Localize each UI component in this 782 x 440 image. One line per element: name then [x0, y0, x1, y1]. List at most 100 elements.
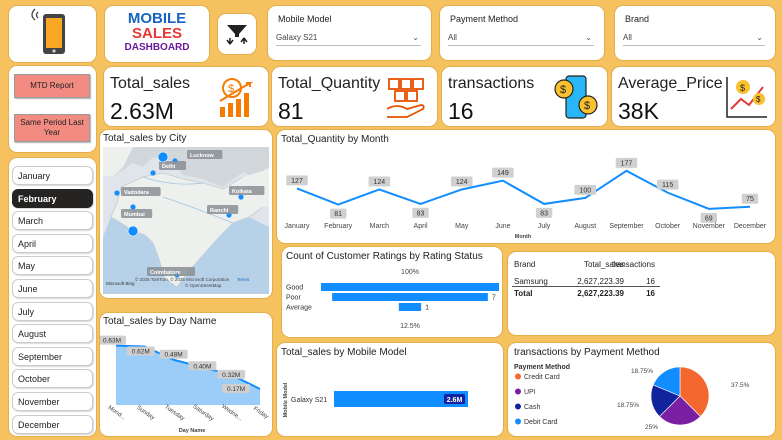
svg-text:$: $: [584, 100, 590, 112]
data-label: 100: [579, 187, 591, 194]
payment-method-label: Payment Method: [450, 14, 519, 24]
bottom-percent-label: 12.5%: [400, 323, 420, 330]
logo-line-3: DASHBOARD: [124, 42, 190, 53]
mobile-model-slicer[interactable]: Mobile Model Galaxy S21 ⌄: [268, 6, 431, 60]
report-buttons-panel: MTD Report Same Period Last Year: [9, 66, 96, 152]
brand-slicer[interactable]: Brand All ⌄: [615, 6, 775, 60]
city-dot-delhi[interactable]: [150, 170, 156, 176]
ratings-bar-chart[interactable]: 100% Good Poor 7 Average 1 12.5%: [282, 247, 502, 337]
city-label: Ranchi: [210, 208, 229, 214]
month-item-october[interactable]: October: [12, 369, 93, 389]
data-label: 69: [705, 215, 713, 222]
city-label: Vadodara: [124, 190, 150, 196]
pie-label: 18.75%: [631, 368, 653, 375]
table-total-cell: Total: [514, 289, 533, 298]
rating-bar-poor[interactable]: [332, 293, 488, 301]
map-terms-link[interactable]: Terms: [237, 277, 250, 282]
rating-value: 7: [492, 295, 496, 302]
mobile-model-value: Galaxy S21: [276, 33, 318, 42]
quantity-line[interactable]: [296, 169, 751, 210]
month-item-december[interactable]: December: [12, 414, 93, 434]
kpi-average-price: Average_Price 38K $ $: [612, 67, 775, 126]
svg-text:$: $: [756, 95, 761, 104]
rating-bar-good[interactable]: [321, 283, 499, 291]
month-slicer[interactable]: January February March April May June July Augu…: [9, 158, 96, 436]
same-period-label-2: Year: [43, 128, 61, 137]
data-label: 0.48M: [165, 352, 183, 359]
map-bing-text: Microsoft Bing: [106, 281, 135, 286]
phone-icon: [31, 8, 65, 54]
city-label: Delhi: [162, 164, 176, 170]
month-item-february[interactable]: February: [12, 188, 93, 208]
sales-area-chart[interactable]: 0.63M Mond... 0.62M Sunday 0.48M Tuesday 0.40M…: [100, 313, 272, 436]
brand-sales-table[interactable]: Brand Total_sales transactions Samsung 2,627…: [508, 252, 775, 335]
data-label: 0.62M: [132, 349, 150, 356]
kpi-value: 2.63M: [110, 98, 174, 124]
city-label: Coimbatore: [150, 270, 181, 276]
city-dot-vadodara[interactable]: [114, 190, 120, 196]
same-period-last-year-button[interactable]: Same Period Last Year: [14, 114, 90, 142]
city-dot-mumbai[interactable]: [130, 204, 136, 210]
brand-label: Brand: [625, 14, 650, 24]
legend-item-upi[interactable]: UPI: [524, 389, 536, 396]
boxes-hand-icon: [386, 78, 425, 118]
data-label: 83: [417, 210, 425, 217]
quantity-by-month-chart[interactable]: Total_Quantity by Month 127 January 81 Febr…: [277, 130, 775, 243]
payment-method-chart[interactable]: transactions by Payment Method Payment M…: [508, 343, 775, 436]
india-map[interactable]: Lucknow Delhi Vadodara Kolkata Mumbai Ranchi C…: [103, 147, 269, 294]
kpi-label: Total_sales: [110, 75, 191, 92]
sales-by-city-map[interactable]: Total_sales by City Lucknow Delhi Vadodara…: [100, 130, 272, 298]
x-tick-label: Sunday: [135, 405, 155, 422]
sales-by-day-chart[interactable]: Total_sales by Day Name 0.63M Mond... 0.62…: [100, 313, 272, 436]
svg-text:$: $: [740, 83, 745, 93]
clear-filters-button[interactable]: [218, 14, 256, 54]
kpi-transactions: transactions 16 $ $: [442, 67, 607, 126]
model-bar-chart[interactable]: Mobile Model Galaxy S21 2.6M: [277, 343, 503, 436]
x-tick-label: March: [370, 223, 390, 230]
legend-item-credit-card[interactable]: Credit Card: [524, 374, 560, 381]
quantity-line-chart[interactable]: 127 January 81 February 124 March 83 April 124 Ma…: [277, 130, 775, 243]
mtd-report-label: MTD Report: [30, 81, 74, 90]
month-item-november[interactable]: November: [12, 392, 93, 411]
x-tick-label: July: [538, 223, 551, 230]
city-bubble-mumbai[interactable]: [127, 225, 139, 237]
customer-ratings-chart[interactable]: Count of Customer Ratings by Rating Stat…: [282, 247, 502, 337]
kpi-label: Average_Price: [618, 75, 723, 92]
month-item-march[interactable]: March: [12, 211, 93, 231]
data-label: 81: [334, 211, 342, 218]
city-dot-kolkata[interactable]: [238, 194, 244, 200]
month-item-may[interactable]: May: [12, 256, 93, 276]
brand-value: All: [623, 33, 632, 42]
brand-dropdown[interactable]: All ⌄: [623, 30, 765, 46]
month-item-august[interactable]: August: [12, 324, 93, 344]
sales-by-model-chart[interactable]: Total_sales by Mobile Model Mobile Model…: [277, 343, 503, 436]
mobile-model-label: Mobile Model: [278, 14, 332, 24]
y-axis-title: Mobile Model: [283, 382, 289, 417]
data-label: 124: [456, 179, 468, 186]
mtd-report-button[interactable]: MTD Report: [14, 74, 90, 98]
month-item-july[interactable]: July: [12, 301, 93, 321]
table-total-cell: 16: [646, 289, 655, 298]
x-tick-label: February: [324, 223, 353, 230]
legend-item-cash[interactable]: Cash: [524, 404, 540, 411]
payment-method-dropdown[interactable]: All ⌄: [448, 30, 594, 46]
month-item-january[interactable]: January: [12, 166, 93, 185]
x-tick-label: Friday: [252, 406, 269, 420]
legend-swatch: [515, 388, 521, 395]
month-item-april[interactable]: April: [12, 233, 93, 253]
x-tick-label: Wedne...: [220, 404, 243, 423]
rating-bar-average[interactable]: [398, 303, 422, 311]
city-label: Kolkata: [232, 189, 253, 195]
month-item-september[interactable]: September: [12, 346, 93, 366]
mobile-model-dropdown[interactable]: Galaxy S21 ⌄: [276, 30, 421, 46]
city-bubble-lucknow[interactable]: [157, 151, 169, 163]
legend-item-debit-card[interactable]: Debit Card: [524, 419, 558, 426]
legend-swatch: [515, 403, 521, 410]
month-item-june[interactable]: June: [12, 279, 93, 298]
payment-method-slicer[interactable]: Payment Method All ⌄: [440, 6, 604, 60]
x-tick-label: September: [609, 223, 644, 230]
kpi-total-sales: Total_sales 2.63M $: [104, 67, 268, 126]
pie-label: 37.5%: [731, 382, 750, 389]
payment-pie-chart[interactable]: Payment Method Credit Card UPI Cash Debit Ca…: [508, 343, 775, 436]
data-label: 177: [621, 160, 633, 167]
